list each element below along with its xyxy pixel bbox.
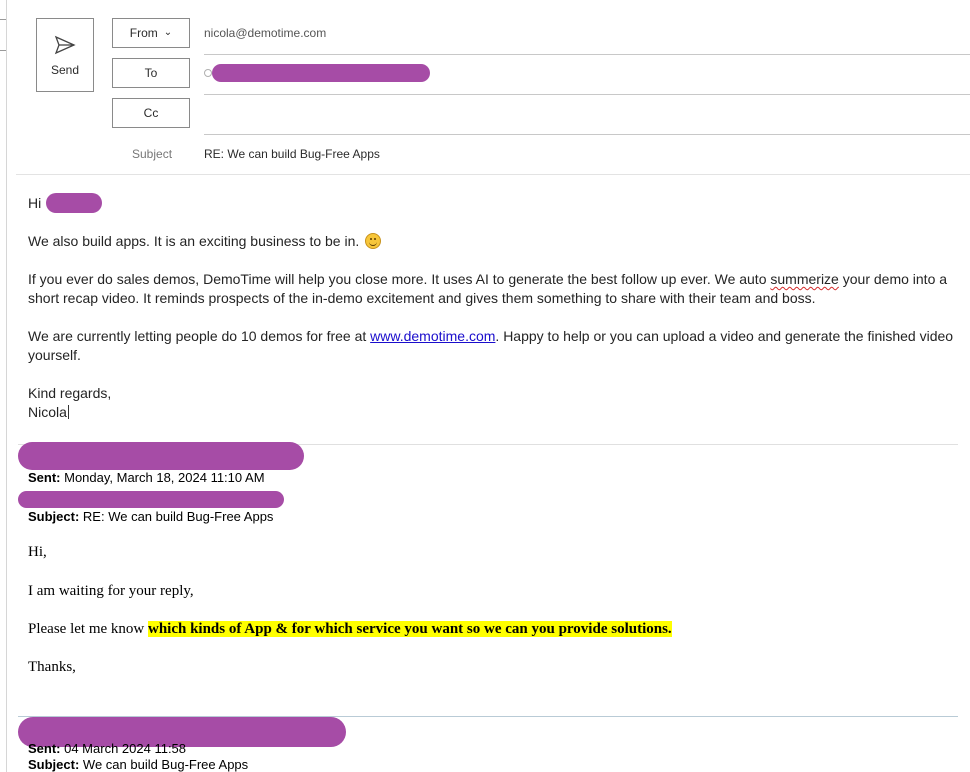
chevron-down-icon: ⌄	[163, 27, 173, 38]
message-body[interactable]: Hi We also build apps. It is an exciting…	[28, 194, 958, 422]
sent-label: Sent:	[28, 470, 61, 485]
recipient-presence-icon	[204, 69, 212, 77]
send-icon	[54, 35, 76, 55]
smiley-emoji-icon	[365, 233, 382, 249]
redacted-to-line	[18, 491, 284, 508]
redacted-recipient[interactable]	[212, 64, 430, 82]
send-button[interactable]: Send	[36, 18, 94, 92]
cc-button[interactable]: Cc	[112, 98, 190, 128]
spelling-error-word[interactable]: summerize	[770, 271, 838, 287]
send-button-label: Send	[50, 63, 80, 77]
signature-block: Kind regards, Nicola	[28, 384, 958, 422]
cc-field-underline[interactable]	[204, 134, 970, 135]
subject-label-quoted: Subject:	[28, 509, 80, 524]
sent-label-2: Sent:	[28, 741, 61, 756]
from-button[interactable]: From ⌄	[112, 18, 190, 48]
email-compose-window: Send From ⌄ To Cc nicola@demotime.com Su…	[0, 0, 970, 772]
demotime-link[interactable]: www.demotime.com	[370, 328, 495, 344]
closing-text: Kind regards,	[28, 385, 112, 401]
signature-name: Nicola	[28, 404, 67, 420]
quoted-sent-line: Sent: Monday, March 18, 2024 11:10 AM	[28, 470, 265, 485]
greeting-text: Hi	[28, 195, 42, 211]
paragraph-3-text-a: We are currently letting people do 10 de…	[28, 328, 371, 344]
to-button-label: To	[144, 66, 158, 80]
quoted-waiting-line: I am waiting for your reply,	[28, 583, 194, 599]
quoted-subject-line: Subject: RE: We can build Bug-Free Apps	[28, 509, 273, 524]
cc-button-label: Cc	[143, 106, 159, 120]
redacted-from-line	[18, 442, 304, 470]
pane-edge-tick	[0, 50, 6, 51]
to-field-underline	[204, 94, 970, 95]
quoted2-subject-line: Subject: We can build Bug-Free Apps	[28, 757, 248, 772]
quoted2-sent-line: Sent: 04 March 2024 11:58	[28, 741, 186, 756]
subject-value-quoted: RE: We can build Bug-Free Apps	[79, 509, 274, 524]
text-cursor	[67, 405, 69, 419]
from-address[interactable]: nicola@demotime.com	[204, 26, 326, 40]
paragraph-2: If you ever do sales demos, DemoTime wil…	[28, 270, 958, 308]
subject-label: Subject	[132, 147, 173, 161]
subject-label-2: Subject:	[28, 757, 80, 772]
from-field-underline	[204, 54, 970, 55]
paragraph-1: We also build apps. It is an exciting bu…	[28, 232, 958, 251]
subject-value-2: We can build Bug-Free Apps	[79, 757, 249, 772]
paragraph-2-text-a: If you ever do sales demos, DemoTime wil…	[28, 271, 771, 287]
subject-input[interactable]: RE: We can build Bug-Free Apps	[204, 147, 380, 161]
from-button-label: From	[129, 26, 158, 40]
sent-value-2: 04 March 2024 11:58	[60, 741, 187, 756]
highlighted-request-text: which kinds of App & for which service y…	[147, 621, 672, 637]
greeting-line: Hi	[28, 194, 958, 213]
header-separator	[16, 174, 970, 175]
sent-value: Monday, March 18, 2024 11:10 AM	[60, 470, 265, 485]
redacted-recipient-name	[46, 193, 102, 213]
left-pane-edge	[0, 0, 7, 772]
pane-edge-tick	[0, 19, 6, 20]
paragraph-1-text: We also build apps. It is an exciting bu…	[28, 233, 360, 249]
quoted-request-line: Please let me know which kinds of App & …	[28, 621, 672, 638]
quoted-thanks: Thanks,	[28, 659, 76, 675]
request-text: Please let me know	[28, 621, 148, 637]
paragraph-3: We are currently letting people do 10 de…	[28, 327, 958, 365]
quoted-greeting: Hi,	[28, 544, 47, 560]
to-button[interactable]: To	[112, 58, 190, 88]
